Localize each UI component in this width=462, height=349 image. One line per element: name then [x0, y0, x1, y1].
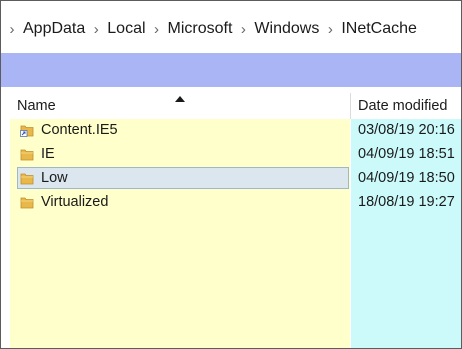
breadcrumb-separator[interactable]: ›: [3, 21, 21, 38]
file-row[interactable]: Virtualized 18/08/19 19:27: [1, 191, 461, 215]
file-row[interactable]: Content.IE5 03/08/19 20:16: [1, 119, 461, 143]
breadcrumb-item-windows[interactable]: Windows: [252, 20, 321, 38]
folder-icon: [20, 173, 34, 185]
breadcrumb-separator[interactable]: ›: [321, 21, 339, 38]
breadcrumb-separator[interactable]: ›: [148, 21, 166, 38]
breadcrumb-item-local[interactable]: Local: [105, 20, 147, 38]
date-modified-value: 18/08/19 19:27: [358, 194, 455, 210]
file-row-selected[interactable]: Low 04/09/19 18:50: [1, 167, 461, 191]
column-header-date-label: Date modified: [358, 98, 448, 114]
top-cropped-strip: [1, 1, 461, 9]
file-name: IE: [41, 146, 55, 162]
folder-icon: [20, 197, 34, 209]
date-modified-value: 04/09/19 18:50: [358, 170, 455, 186]
breadcrumb-item-microsoft[interactable]: Microsoft: [166, 20, 235, 38]
file-name: Content.IE5: [41, 122, 118, 138]
column-header-name[interactable]: Name: [10, 93, 350, 119]
highlighted-bar: [1, 53, 461, 87]
name-cell[interactable]: Low: [17, 167, 349, 189]
breadcrumb-item-inetcache[interactable]: INetCache: [339, 20, 419, 38]
file-row[interactable]: IE 04/09/19 18:51: [1, 143, 461, 167]
column-header-date-modified[interactable]: Date modified: [351, 93, 461, 119]
sort-ascending-icon: [175, 96, 185, 102]
breadcrumb-separator[interactable]: ›: [87, 21, 105, 38]
date-modified-value: 04/09/19 18:51: [358, 146, 455, 162]
column-header-name-label: Name: [17, 98, 56, 114]
name-cell[interactable]: Virtualized: [17, 191, 349, 213]
folder-icon: [20, 149, 34, 161]
file-name: Virtualized: [41, 194, 109, 210]
date-modified-value: 03/08/19 20:16: [358, 122, 455, 138]
folder-shortcut-icon: [20, 125, 34, 137]
breadcrumb-item-appdata[interactable]: AppData: [21, 20, 87, 38]
name-cell[interactable]: Content.IE5: [17, 119, 349, 141]
breadcrumb-separator[interactable]: ›: [234, 21, 252, 38]
column-header-row: Name Date modified: [1, 93, 461, 119]
breadcrumb: › AppData › Local › Microsoft › Windows …: [1, 11, 461, 47]
explorer-window: › AppData › Local › Microsoft › Windows …: [0, 0, 462, 349]
file-name: Low: [41, 170, 68, 186]
name-cell[interactable]: IE: [17, 143, 349, 165]
